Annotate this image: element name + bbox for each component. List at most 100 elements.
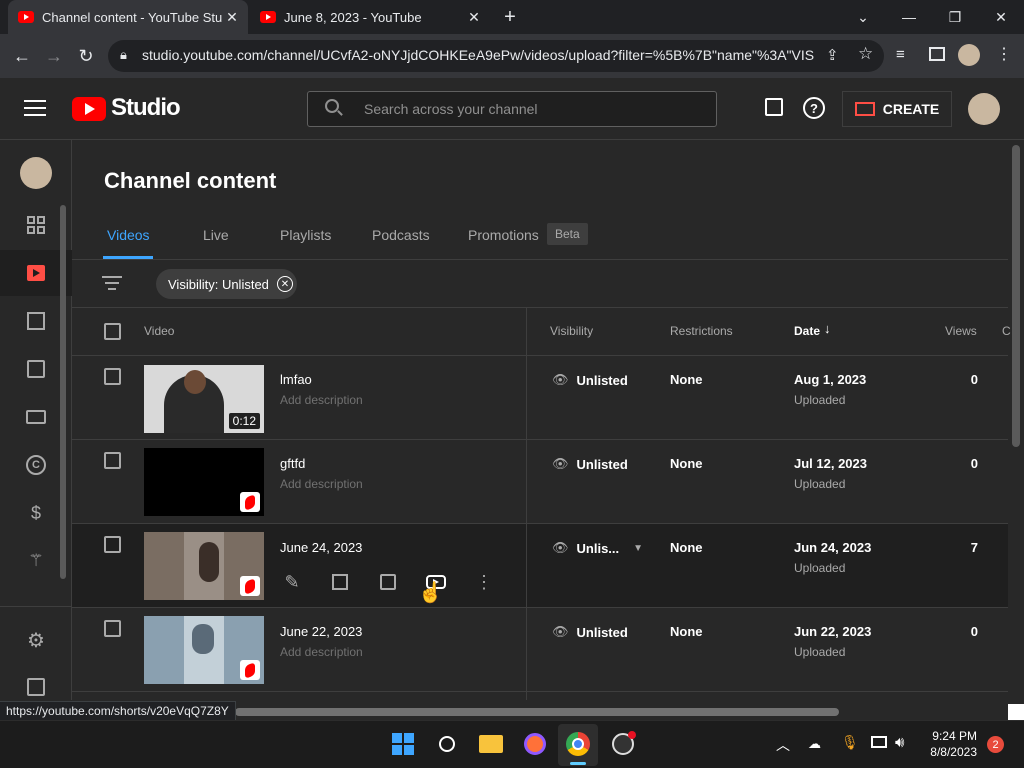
row-checkbox[interactable] [104,620,121,637]
horizontal-scrollbar[interactable] [235,708,839,716]
video-thumbnail[interactable]: 0:12 [144,365,264,433]
video-title[interactable]: June 22, 2023 [280,624,362,639]
visibility-cell[interactable]: 👁︎ Unlisted [552,456,628,472]
dashboard-icon[interactable] [22,211,50,239]
video-title[interactable]: June 24, 2023 [280,540,362,555]
comments-icon[interactable] [22,355,50,383]
feedback-icon[interactable] [765,98,783,116]
account-avatar[interactable] [968,93,1000,125]
active-app-indicator [570,762,586,765]
tab-live[interactable]: Live [203,227,229,243]
microphone-icon[interactable]: 🎙︎ [841,734,859,751]
help-icon[interactable]: ? [803,97,825,119]
notification-badge[interactable]: 2 [987,736,1004,753]
visibility-label: Unlisted [576,456,628,472]
back-icon[interactable]: ← [8,42,36,70]
browser-tab-youtube[interactable]: June 8, 2023 - YouTube ✕ [250,0,490,34]
bookmark-star-icon[interactable]: ☆ [858,44,873,64]
row-checkbox[interactable] [104,368,121,385]
video-description[interactable]: Add description [280,393,363,407]
onedrive-cloud-icon[interactable]: ☁ [808,736,821,752]
tab-podcasts[interactable]: Podcasts [372,227,430,243]
filter-icon[interactable] [102,276,122,292]
copyright-icon[interactable]: C [22,451,50,479]
create-button[interactable]: CREATE [842,91,952,127]
video-thumbnail[interactable] [144,448,264,516]
send-feedback-icon[interactable] [22,673,50,701]
video-thumbnail[interactable] [144,616,264,684]
youtube-favicon-icon [260,11,276,23]
tab-videos[interactable]: Videos [107,227,150,243]
edit-pencil-icon[interactable]: ✎ [280,570,304,594]
url-text[interactable]: studio.youtube.com/channel/UCvfA2-oNYJjd… [142,47,814,63]
file-explorer-icon[interactable] [477,730,505,758]
minimize-button[interactable]: — [886,0,932,34]
close-tab-icon[interactable]: ✕ [464,9,484,26]
video-title[interactable]: lmfao [280,372,312,387]
share-icon[interactable]: ⇪ [826,46,839,64]
views-cell: 0 [970,624,978,639]
display-icon[interactable] [871,736,887,748]
video-title[interactable]: gftfd [280,456,305,471]
remove-filter-icon[interactable]: ✕ [277,276,293,292]
column-header-date[interactable]: Date [794,324,820,338]
studio-logo-text[interactable]: Studio [111,94,181,122]
video-duration: 0:12 [228,413,260,429]
more-options-icon[interactable]: ⋮ [472,570,496,594]
views-cell: 0 [970,372,978,387]
youtube-logo-icon[interactable] [72,97,106,121]
volume-icon[interactable]: 🔊︎ [895,734,904,751]
restore-button[interactable]: ❐ [932,0,978,34]
video-description[interactable]: Add description [280,645,363,659]
side-panel-icon[interactable] [929,47,945,61]
lock-icon[interactable]: 🔒︎ [120,47,127,63]
chevron-up-icon[interactable]: ︿ [776,735,790,755]
tab-promotions[interactable]: Promotions [468,227,539,243]
media-control-icon[interactable]: ≡ [896,46,905,63]
sort-descending-icon[interactable]: ↓ [824,321,831,336]
earn-dollar-icon[interactable]: $ [22,499,50,527]
select-all-checkbox[interactable] [104,323,121,340]
settings-gear-icon[interactable]: ⚙ [22,626,50,654]
tab-playlists[interactable]: Playlists [280,227,331,243]
nav-scrollbar[interactable] [60,205,66,579]
row-checkbox[interactable] [104,536,121,553]
close-tab-icon[interactable]: ✕ [222,9,242,26]
visibility-cell[interactable]: 👁︎ Unlisted [552,624,628,640]
visibility-dropdown[interactable]: 👁︎ Unlis... ▼ [552,540,643,556]
customization-wand-icon[interactable]: ⚚ [22,547,50,575]
video-thumbnail[interactable] [144,532,264,600]
video-camera-plus-icon [854,102,875,116]
browser-tab-studio[interactable]: Channel content - YouTube Studio ✕ [8,0,248,34]
hamburger-menu-icon[interactable] [24,100,46,116]
filter-chip-visibility[interactable]: Visibility: Unlisted [156,269,297,299]
close-window-button[interactable]: ✕ [978,0,1024,34]
date-cell: Aug 1, 2023 [794,372,867,387]
subtitles-icon[interactable] [22,403,50,431]
analytics-bar-icon[interactable] [328,570,352,594]
new-tab-button[interactable]: + [496,0,524,34]
forward-icon[interactable]: → [40,42,68,70]
clock-date[interactable]: 8/8/2023 [924,745,977,759]
browser-menu-icon[interactable]: ⋮ [996,44,1012,64]
eye-icon: 👁︎ [552,624,569,639]
video-description[interactable]: Add description [280,477,363,491]
visibility-label: Unlis... [576,540,620,556]
firefox-icon[interactable] [521,730,549,758]
comments-icon[interactable] [376,570,400,594]
visibility-cell[interactable]: 👁︎ Unlisted [552,372,628,388]
chrome-icon[interactable] [564,730,592,758]
vertical-scrollbar[interactable] [1012,145,1020,447]
reload-icon[interactable]: ↻ [72,42,100,70]
browser-profile-avatar[interactable] [958,44,980,66]
analytics-icon[interactable] [22,307,50,335]
tab-search-icon[interactable]: ⌄ [840,0,886,34]
search-icon[interactable] [433,730,461,758]
row-checkbox[interactable] [104,452,121,469]
channel-avatar[interactable] [20,157,52,189]
tab-title: June 8, 2023 - YouTube [284,9,422,25]
eye-icon: 👁︎ [552,540,569,555]
windows-start-icon[interactable] [389,730,417,758]
content-icon[interactable] [22,259,50,287]
clock-time[interactable]: 9:24 PM [932,729,977,743]
